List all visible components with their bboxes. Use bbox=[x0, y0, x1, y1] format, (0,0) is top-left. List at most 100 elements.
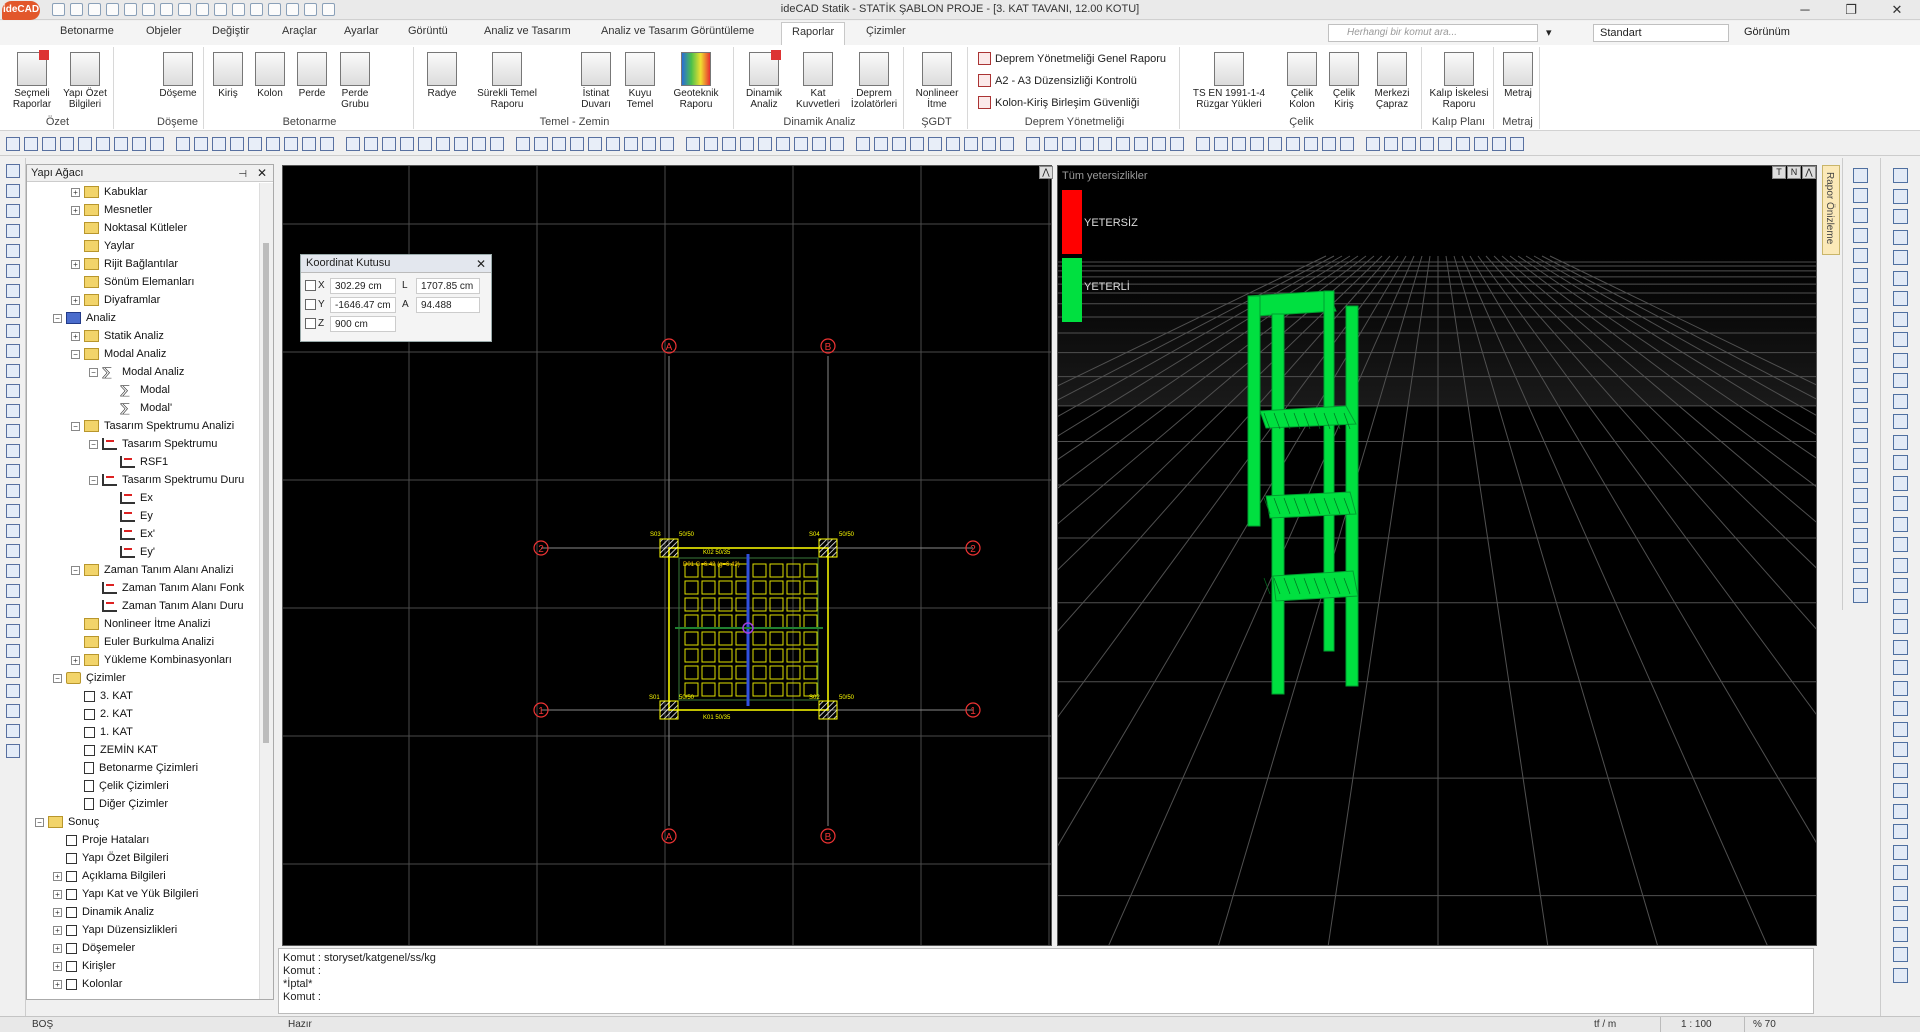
tool-icon[interactable] bbox=[364, 137, 378, 151]
tool-icon[interactable] bbox=[176, 137, 190, 151]
tool-icon[interactable] bbox=[5, 324, 20, 338]
tool-icon[interactable] bbox=[1893, 783, 1908, 798]
tree-item[interactable]: − ⅀ Modal Analiz bbox=[89, 363, 184, 381]
tool-icon[interactable] bbox=[1893, 496, 1908, 511]
tree-item[interactable]: + Mesnetler bbox=[71, 201, 152, 219]
tab-objeler[interactable]: Objeler bbox=[146, 25, 181, 37]
tool-icon[interactable] bbox=[1214, 137, 1228, 151]
tool-icon[interactable] bbox=[1853, 408, 1868, 423]
perde-grubu-button[interactable]: Perde Grubu bbox=[334, 52, 376, 110]
tool-icon[interactable] bbox=[5, 624, 20, 638]
tool-icon[interactable] bbox=[1853, 448, 1868, 463]
tab-degistir[interactable]: Değiştir bbox=[212, 25, 249, 37]
expand-icon[interactable]: + bbox=[71, 331, 80, 341]
z-value-field[interactable]: 900 cm bbox=[330, 315, 396, 332]
tool-icon[interactable] bbox=[5, 464, 20, 478]
tool-icon[interactable] bbox=[5, 484, 20, 498]
command-line[interactable]: Komut : storyset/katgenel/ss/kg Komut : … bbox=[278, 948, 1814, 1014]
tool-icon[interactable] bbox=[910, 137, 924, 151]
minimize-button[interactable]: ─ bbox=[1782, 0, 1828, 20]
tool-icon[interactable] bbox=[302, 137, 316, 151]
tree-item[interactable]: 1. KAT bbox=[71, 723, 133, 741]
l-value-field[interactable]: 1707.85 cm bbox=[416, 277, 480, 294]
tool-icon[interactable] bbox=[1893, 701, 1908, 716]
collapse-icon[interactable]: − bbox=[35, 817, 44, 827]
rapor-onizleme-tab[interactable]: Rapor Önizleme bbox=[1822, 165, 1840, 255]
tool-icon[interactable] bbox=[1893, 270, 1908, 286]
dinamik-analiz-button[interactable]: Dinamik Analiz bbox=[740, 50, 788, 110]
tool-icon[interactable] bbox=[1853, 168, 1868, 183]
tool-icon[interactable] bbox=[1893, 742, 1908, 757]
tool-icon[interactable] bbox=[1893, 762, 1908, 778]
tool-icon[interactable] bbox=[5, 644, 20, 658]
tool-icon[interactable] bbox=[776, 137, 790, 151]
tool-icon[interactable] bbox=[1893, 229, 1908, 245]
tool-icon[interactable] bbox=[1438, 137, 1452, 151]
normal-view-button[interactable]: N bbox=[1787, 166, 1801, 179]
tree-scrollbar[interactable] bbox=[259, 183, 273, 999]
tool-icon[interactable] bbox=[472, 137, 486, 151]
tool-icon[interactable] bbox=[5, 384, 20, 398]
command-prompt[interactable]: Komut : bbox=[283, 991, 1809, 1004]
tool-icon[interactable] bbox=[5, 564, 20, 578]
tool-icon[interactable] bbox=[1474, 137, 1488, 151]
tool-icon[interactable] bbox=[1893, 475, 1908, 491]
tree-item[interactable]: + Statik Analiz bbox=[71, 327, 164, 345]
tool-icon[interactable] bbox=[1893, 332, 1908, 347]
tool-icon[interactable] bbox=[1853, 308, 1868, 323]
tool-icon[interactable] bbox=[1853, 488, 1868, 503]
tool-icon[interactable] bbox=[5, 264, 20, 278]
tab-analiz-tasarim-goruntuleme[interactable]: Analiz ve Tasarım Görüntüleme bbox=[601, 25, 754, 37]
tool-icon[interactable] bbox=[1893, 311, 1908, 327]
surekli-temel-button[interactable]: Sürekli Temel Raporu bbox=[472, 52, 542, 110]
tree-item[interactable]: + Kirişler bbox=[53, 957, 116, 975]
z-lock-checkbox[interactable] bbox=[305, 318, 316, 329]
tool-icon[interactable] bbox=[1853, 388, 1868, 403]
tool-icon[interactable] bbox=[892, 137, 906, 151]
tree-item[interactable]: Diğer Çizimler bbox=[71, 795, 168, 813]
tool-icon[interactable] bbox=[1853, 188, 1868, 203]
tab-goruntu[interactable]: Görüntü bbox=[408, 25, 448, 37]
tree-item[interactable]: Zaman Tanım Alanı Fonk bbox=[89, 579, 244, 597]
tool-icon[interactable] bbox=[704, 137, 718, 151]
tool-icon[interactable] bbox=[1893, 926, 1908, 942]
tool-icon[interactable] bbox=[1170, 137, 1184, 151]
tool-icon[interactable] bbox=[1893, 434, 1908, 450]
tool-icon[interactable] bbox=[1893, 598, 1908, 614]
tool-icon[interactable] bbox=[516, 137, 530, 151]
maximize-button[interactable]: ❐ bbox=[1828, 0, 1874, 20]
tree-item[interactable]: Euler Burkulma Analizi bbox=[71, 633, 214, 651]
tool-icon[interactable] bbox=[758, 137, 772, 151]
tool-icon[interactable] bbox=[1893, 680, 1908, 696]
tool-icon[interactable] bbox=[5, 524, 20, 538]
tool-icon[interactable] bbox=[5, 444, 20, 458]
tool-icon[interactable] bbox=[1853, 208, 1868, 223]
tool-icon[interactable] bbox=[1492, 137, 1506, 151]
tool-icon[interactable] bbox=[266, 137, 280, 151]
tree-item[interactable]: Ex' bbox=[107, 525, 155, 543]
tool-icon[interactable] bbox=[1420, 137, 1434, 151]
expand-icon[interactable]: + bbox=[71, 295, 80, 305]
tool-icon[interactable] bbox=[856, 137, 870, 151]
status-scale[interactable]: 1 : 100 bbox=[1660, 1017, 1712, 1032]
tool-icon[interactable] bbox=[1853, 328, 1868, 343]
tree-item[interactable]: ⅀ Modal bbox=[107, 381, 170, 399]
tab-cizimler[interactable]: Çizimler bbox=[866, 25, 906, 37]
tab-analiz-tasarim[interactable]: Analiz ve Tasarım bbox=[484, 25, 571, 37]
tool-icon[interactable] bbox=[454, 137, 468, 151]
tree-item[interactable]: + Yükleme Kombinasyonları bbox=[71, 651, 232, 669]
tool-icon[interactable] bbox=[5, 424, 20, 438]
tool-icon[interactable] bbox=[1893, 168, 1908, 183]
tool-icon[interactable] bbox=[248, 137, 262, 151]
geoteknik-button[interactable]: Geoteknik Raporu bbox=[666, 52, 726, 110]
tool-icon[interactable] bbox=[1080, 137, 1094, 151]
expand-icon[interactable]: + bbox=[71, 187, 80, 197]
scroll-thumb[interactable] bbox=[263, 243, 269, 743]
tool-icon[interactable] bbox=[874, 137, 888, 151]
tree-item[interactable]: − Zaman Tanım Alanı Analizi bbox=[71, 561, 233, 579]
kuyu-temel-button[interactable]: Kuyu Temel bbox=[620, 52, 660, 110]
tool-icon[interactable] bbox=[5, 504, 20, 518]
tree-item[interactable]: RSF1 bbox=[107, 453, 168, 471]
tool-icon[interactable] bbox=[1322, 137, 1336, 151]
a2-a3-kontrol-button[interactable]: A2 - A3 Düzensizliği Kontrolü bbox=[978, 74, 1137, 87]
